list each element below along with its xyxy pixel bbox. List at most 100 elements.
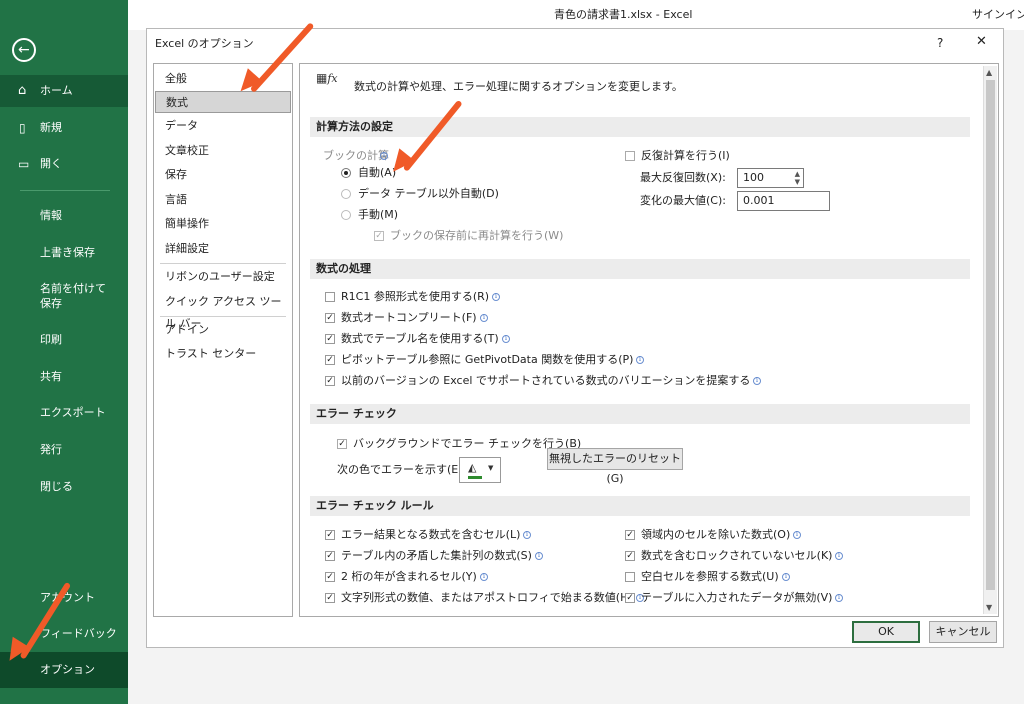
rule-left-label: 2 桁の年が含まれるセル(Y) <box>341 570 477 583</box>
backstage-panel: ← ⌂ ホーム ▯ 新規 ▭ 開く 情報 上書き保存 名前を付けて保存 印刷 共… <box>0 0 128 704</box>
radio-manual-label: 手動(M) <box>358 208 399 221</box>
spin-icon[interactable]: ▲ ▼ <box>795 170 800 186</box>
formula-option-checkbox[interactable]: ✓ <box>325 355 335 365</box>
page-header-text: 数式の計算や処理、エラー処理に関するオプションを変更します。 <box>354 80 683 93</box>
max-change-label: 変化の最大値(C): <box>640 194 726 207</box>
checkbox-iterative[interactable] <box>625 151 635 161</box>
checkbox-recalc-before-save[interactable]: ✓ <box>374 231 384 241</box>
formula-option-label: ピボットテーブル参照に GetPivotData 関数を使用する(P) <box>341 353 634 366</box>
nav-item-advanced[interactable]: 詳細設定 <box>155 238 291 260</box>
backstage-item-print[interactable]: 印刷 <box>0 330 128 350</box>
new-document-icon: ▯ <box>19 121 26 135</box>
rule-right-checkbox[interactable] <box>625 572 635 582</box>
max-iterations-label: 最大反復回数(X): <box>640 171 726 184</box>
formula-option-checkbox[interactable]: ✓ <box>325 334 335 344</box>
nav-item-customize-ribbon[interactable]: リボンのユーザー設定 <box>155 266 291 288</box>
rule-left-label: エラー結果となる数式を含むセル(L) <box>341 528 521 541</box>
info-icon: i <box>535 552 543 560</box>
paint-bucket-icon: ◭ <box>468 461 477 474</box>
rule-right-checkbox[interactable]: ✓ <box>625 593 635 603</box>
info-icon: i <box>636 356 644 364</box>
backstage-item-save-as[interactable]: 名前を付けて保存 <box>0 280 128 314</box>
radio-auto-except-tables[interactable] <box>341 189 351 199</box>
rule-right-label: 空白セルを参照する数式(U) <box>641 570 779 583</box>
rule-right-checkbox[interactable]: ✓ <box>625 551 635 561</box>
scroll-down-icon[interactable]: ▼ <box>986 603 992 612</box>
formula-option-label: 数式オートコンプリート(F) <box>341 311 477 324</box>
backstage-item-info[interactable]: 情報 <box>0 206 128 226</box>
reset-ignored-errors-button[interactable]: 無視したエラーのリセット(G) <box>547 448 683 485</box>
radio-auto[interactable] <box>341 168 351 178</box>
nav-item-language[interactable]: 言語 <box>155 189 291 211</box>
backstage-item-share[interactable]: 共有 <box>0 367 128 387</box>
nav-item-save[interactable]: 保存 <box>155 164 291 186</box>
options-nav: 全般 数式 データ 文章校正 保存 言語 簡単操作 詳細設定 リボンのユーザー設… <box>153 63 293 617</box>
folder-icon: ▭ <box>18 157 30 171</box>
info-icon: i <box>835 552 843 560</box>
backstage-item-save[interactable]: 上書き保存 <box>0 243 128 263</box>
info-icon: i <box>793 531 801 539</box>
ok-button[interactable]: OK <box>852 621 920 643</box>
rule-right-checkbox[interactable]: ✓ <box>625 530 635 540</box>
info-icon: i <box>753 377 761 385</box>
rule-right-label: 数式を含むロックされていないセル(K) <box>641 549 833 562</box>
help-button[interactable]: ? <box>937 36 943 50</box>
app-title-bar: 青色の請求書1.xlsx - Excel サインイン <box>128 0 1024 30</box>
info-icon: i <box>480 573 488 581</box>
rule-right-label: 領域内のセルを除いた数式(O) <box>641 528 791 541</box>
nav-item-quick-access-toolbar[interactable]: クイック アクセス ツール バー <box>155 291 291 330</box>
formula-option-checkbox[interactable]: ✓ <box>325 313 335 323</box>
rule-left-checkbox[interactable]: ✓ <box>325 593 335 603</box>
scroll-thumb[interactable] <box>986 80 995 590</box>
radio-manual[interactable] <box>341 210 351 220</box>
error-color-picker[interactable]: ◭ ▼ <box>459 457 501 483</box>
info-icon: i <box>523 531 531 539</box>
close-icon[interactable]: ✕ <box>976 35 987 49</box>
info-icon: i <box>492 293 500 301</box>
window-title: 青色の請求書1.xlsx - Excel <box>554 8 693 21</box>
formula-option-label: R1C1 参照形式を使用する(R) <box>341 290 490 303</box>
formula-option-label: 以前のバージョンの Excel でサポートされている数式のバリエーションを提案す… <box>341 374 751 387</box>
section-calculation: 計算方法の設定 <box>310 117 970 137</box>
nav-item-accessibility[interactable]: 簡単操作 <box>155 213 291 235</box>
backstage-divider <box>20 190 110 191</box>
backstage-item-export[interactable]: エクスポート <box>0 403 128 423</box>
error-color-label: 次の色でエラーを示す(E): <box>337 463 467 476</box>
backstage-item-close[interactable]: 閉じる <box>0 477 128 497</box>
content-scrollbar[interactable]: ▲ ▼ <box>983 66 997 614</box>
rule-left-checkbox[interactable]: ✓ <box>325 530 335 540</box>
info-icon: i <box>835 594 843 602</box>
nav-divider <box>160 316 286 317</box>
formula-option-checkbox[interactable]: ✓ <box>325 376 335 386</box>
nav-item-formulas[interactable]: 数式 <box>155 91 291 113</box>
rule-left-label: 文字列形式の数値、またはアポストロフィで始まる数値(H) <box>341 591 633 604</box>
nav-item-addins[interactable]: アドイン <box>155 319 291 341</box>
max-change-input[interactable]: 0.001 <box>737 191 830 211</box>
chevron-down-icon: ▼ <box>488 464 494 472</box>
rule-left-checkbox[interactable]: ✓ <box>325 572 335 582</box>
home-icon: ⌂ <box>18 83 27 98</box>
iterative-label: 反復計算を行う(I) <box>641 149 730 162</box>
formula-option-checkbox[interactable] <box>325 292 335 302</box>
radio-auto-except-label: データ テーブル以外自動(D) <box>358 187 499 200</box>
info-icon: i <box>480 314 488 322</box>
backstage-item-open[interactable]: ▭ 開く <box>0 148 128 180</box>
max-iterations-input[interactable]: 100 ▲ ▼ <box>737 168 804 188</box>
scroll-up-icon[interactable]: ▲ <box>986 68 992 77</box>
rule-right-label: テーブルに入力されたデータが無効(V) <box>641 591 833 604</box>
signin-link[interactable]: サインイン <box>972 8 1024 22</box>
nav-item-data[interactable]: データ <box>155 115 291 137</box>
checkbox-background-error-check[interactable]: ✓ <box>337 439 347 449</box>
nav-item-trust-center[interactable]: トラスト センター <box>155 343 291 365</box>
formula-icon: ▦fx <box>316 71 338 85</box>
nav-item-proofing[interactable]: 文章校正 <box>155 140 291 162</box>
info-icon: i <box>380 152 388 160</box>
section-error-checking-rules: エラー チェック ルール <box>310 496 970 516</box>
backstage-item-new[interactable]: ▯ 新規 <box>0 112 128 144</box>
cancel-button[interactable]: キャンセル <box>929 621 997 643</box>
backstage-item-publish[interactable]: 発行 <box>0 440 128 460</box>
back-arrow-icon: ← <box>18 42 30 58</box>
backstage-item-home[interactable]: ⌂ ホーム <box>0 75 128 107</box>
back-button[interactable]: ← <box>12 38 36 62</box>
rule-left-checkbox[interactable]: ✓ <box>325 551 335 561</box>
